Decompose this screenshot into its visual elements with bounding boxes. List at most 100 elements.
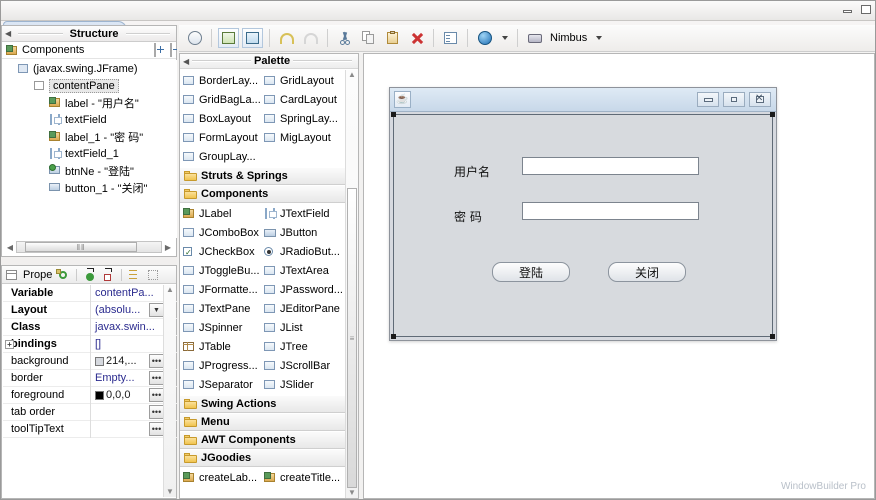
tree-item-6[interactable]: btnNe - "登陆" bbox=[3, 162, 177, 179]
properties-scrollbar[interactable]: ▲ ▼ bbox=[163, 285, 176, 497]
palette-item-jtable[interactable]: JTable bbox=[182, 337, 263, 356]
sash-left[interactable] bbox=[177, 25, 179, 499]
palette-item-borderlay[interactable]: BorderLay... bbox=[182, 71, 263, 90]
property-row-background[interactable]: background214,...••• bbox=[3, 353, 177, 370]
palette-category-swing_actions[interactable]: Swing Actions bbox=[180, 395, 346, 413]
jframe-maximize-button[interactable] bbox=[723, 92, 745, 107]
layout-icon[interactable] bbox=[146, 268, 160, 282]
palette-item-jseparator[interactable]: JSeparator bbox=[182, 375, 263, 394]
form-label-0[interactable]: 用户名 bbox=[454, 163, 490, 180]
palette-item-jslider[interactable]: JSlider bbox=[263, 375, 344, 394]
property-row-border[interactable]: borderEmpty...••• bbox=[3, 370, 177, 387]
palette-item-miglayout[interactable]: MigLayout bbox=[263, 128, 344, 147]
globe-icon[interactable] bbox=[474, 28, 495, 48]
property-row-Layout[interactable]: Layout(absolu...▼ bbox=[3, 302, 177, 319]
show-events-icon[interactable] bbox=[101, 268, 115, 282]
undo-icon[interactable] bbox=[276, 28, 297, 48]
form-label-1[interactable]: 密 码 bbox=[454, 208, 482, 225]
tree-item-3[interactable]: textField bbox=[3, 111, 177, 128]
palette-item-jtogglebu[interactable]: JToggleBu... bbox=[182, 261, 263, 280]
palette-item-jpassword[interactable]: JPassword... bbox=[263, 280, 344, 299]
jframe-close-button[interactable] bbox=[749, 92, 771, 107]
hscroll-thumb[interactable]: ‖‖ bbox=[25, 242, 137, 252]
palette-category-jgoodies[interactable]: JGoodies bbox=[180, 449, 346, 467]
palette-item-boxlayout[interactable]: BoxLayout bbox=[182, 109, 263, 128]
chevron-left-icon[interactable]: ◀ bbox=[183, 57, 189, 66]
collapse-all-button[interactable] bbox=[170, 43, 172, 57]
window-minimize-button[interactable] bbox=[841, 3, 855, 16]
palette-item-jlist[interactable]: JList bbox=[263, 318, 344, 337]
sort-icon[interactable] bbox=[128, 268, 142, 282]
property-row-Variable[interactable]: VariablecontentPa... bbox=[3, 285, 177, 302]
palette-item-jtextpane[interactable]: JTextPane bbox=[182, 299, 263, 318]
property-row-tab-order[interactable]: tab order••• bbox=[3, 404, 177, 421]
properties-icon[interactable] bbox=[440, 28, 461, 48]
jframe-minimize-button[interactable] bbox=[697, 92, 719, 107]
palette-item-formlayout[interactable]: FormLayout bbox=[182, 128, 263, 147]
content-pane[interactable]: 用户名密 码登陆关闭 bbox=[393, 114, 773, 337]
form-textField[interactable] bbox=[522, 157, 699, 175]
look-and-feel-selector[interactable]: Nimbus bbox=[524, 28, 605, 48]
palette-item-springlay[interactable]: SpringLay... bbox=[263, 109, 344, 128]
palette-item-jscrollbar[interactable]: JScrollBar bbox=[263, 356, 344, 375]
tree-item-2[interactable]: label - "用户名" bbox=[3, 94, 177, 111]
tree-item-4[interactable]: label_1 - "密 码" bbox=[3, 128, 177, 145]
form-textField_1[interactable] bbox=[522, 202, 699, 220]
palette-category-awt[interactable]: AWT Components bbox=[180, 431, 346, 449]
palette-scroll-thumb[interactable]: ≡ bbox=[347, 188, 357, 488]
palette-category-struts[interactable]: Struts & Springs bbox=[180, 167, 346, 185]
globe-dropdown-arrow[interactable] bbox=[498, 28, 511, 48]
expand-toggle-icon[interactable]: + bbox=[5, 340, 14, 349]
scroll-right-icon[interactable]: ▶ bbox=[162, 243, 174, 252]
design-canvas[interactable]: WindowBuilder Pro ☕ 用户名密 码登陆关闭 bbox=[363, 53, 875, 499]
scroll-left-icon[interactable]: ◀ bbox=[4, 243, 16, 252]
palette-scroll-up-icon[interactable]: ▲ bbox=[346, 70, 358, 79]
chevron-left-icon[interactable]: ◀ bbox=[5, 29, 11, 38]
palette-item-jradiobut[interactable]: JRadioBut... bbox=[263, 242, 344, 261]
laf-dropdown-arrow[interactable] bbox=[592, 28, 605, 48]
sash-palette[interactable] bbox=[359, 53, 363, 499]
palette-item-cardlayout[interactable]: CardLayout bbox=[263, 90, 344, 109]
selection-handle-tl[interactable] bbox=[391, 112, 396, 117]
test-preview-icon[interactable] bbox=[184, 28, 205, 48]
structure-hscrollbar[interactable]: ◀ ‖‖ ▶ bbox=[4, 240, 174, 254]
paste-icon[interactable] bbox=[382, 28, 403, 48]
selection-handle-br[interactable] bbox=[770, 334, 775, 339]
tree-item-1[interactable]: contentPane bbox=[3, 77, 177, 94]
tree-item-0[interactable]: (javax.swing.JFrame) bbox=[3, 60, 177, 77]
palette-item-jlabel[interactable]: JLabel bbox=[182, 204, 263, 223]
property-row-toolTipText[interactable]: toolTipText••• bbox=[3, 421, 177, 438]
palette-item-jformatte[interactable]: JFormatte... bbox=[182, 280, 263, 299]
property-editor-button[interactable]: ••• bbox=[149, 388, 164, 402]
expand-all-button[interactable] bbox=[154, 43, 156, 57]
palette-item-jtree[interactable]: JTree bbox=[263, 337, 344, 356]
scroll-down-icon[interactable]: ▼ bbox=[164, 487, 176, 496]
palette-item-jspinner[interactable]: JSpinner bbox=[182, 318, 263, 337]
palette-item-gridlayout[interactable]: GridLayout bbox=[263, 71, 344, 90]
refresh-icon[interactable] bbox=[242, 28, 263, 48]
property-row-bindings[interactable]: +bindings[] bbox=[3, 336, 177, 353]
hscroll-track[interactable]: ‖‖ bbox=[16, 241, 162, 253]
palette-item-createtitle[interactable]: createTitle... bbox=[263, 468, 344, 487]
form-button-0[interactable]: 登陆 bbox=[492, 262, 570, 282]
property-row-Class[interactable]: Classjavax.swin... bbox=[3, 319, 177, 336]
window-maximize-button[interactable] bbox=[859, 3, 873, 16]
palette-item-jprogress[interactable]: JProgress... bbox=[182, 356, 263, 375]
palette-body[interactable]: BorderLay...GridLayoutGridBagLa...CardLa… bbox=[180, 70, 346, 498]
palette-item-createlab[interactable]: createLab... bbox=[182, 468, 263, 487]
copy-icon[interactable] bbox=[358, 28, 379, 48]
properties-table[interactable]: VariablecontentPa...Layout(absolu...▼Cla… bbox=[3, 285, 177, 497]
palette-item-grouplay[interactable]: GroupLay... bbox=[182, 147, 263, 166]
palette-item-jbutton[interactable]: JButton bbox=[263, 223, 344, 242]
property-editor-button[interactable]: ••• bbox=[149, 422, 164, 436]
palette-category-menu[interactable]: Menu bbox=[180, 413, 346, 431]
structure-tree[interactable]: (javax.swing.JFrame)contentPanelabel - "… bbox=[3, 60, 177, 238]
design-jframe[interactable]: ☕ 用户名密 码登陆关闭 bbox=[389, 87, 777, 341]
scroll-up-icon[interactable]: ▲ bbox=[164, 285, 176, 294]
palette-item-gridbagla[interactable]: GridBagLa... bbox=[182, 90, 263, 109]
selection-handle-bl[interactable] bbox=[391, 334, 396, 339]
palette-item-jcheckbox[interactable]: ✓JCheckBox bbox=[182, 242, 263, 261]
palette-item-jcombobox[interactable]: JComboBox bbox=[182, 223, 263, 242]
cut-icon[interactable] bbox=[334, 28, 355, 48]
property-editor-button[interactable]: ••• bbox=[149, 354, 164, 368]
